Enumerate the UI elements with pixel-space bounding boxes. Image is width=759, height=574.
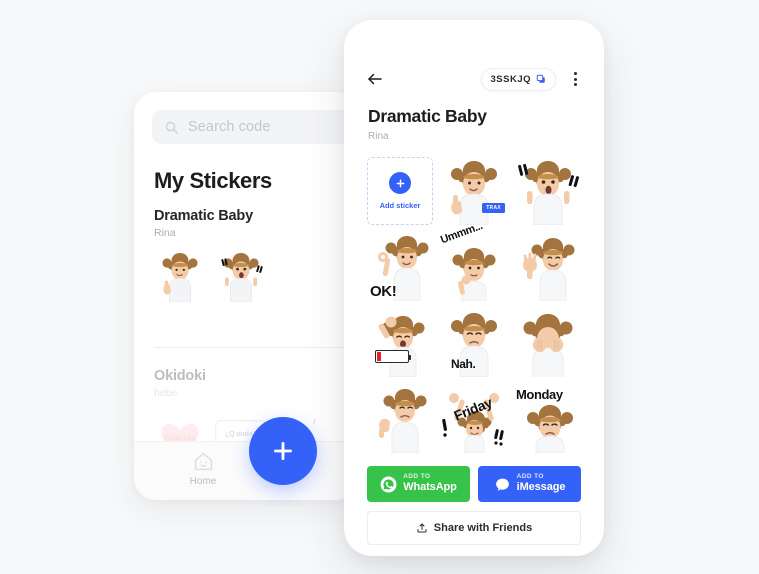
pack-author: Rina — [154, 227, 176, 239]
whatsapp-labels: ADD TO WhatsApp — [403, 473, 457, 494]
pack-preview-row — [154, 250, 358, 302]
sticker-cell-monday[interactable]: Monday — [515, 385, 581, 453]
peekaboo-baby-art — [523, 314, 573, 377]
sticker-cell-nah[interactable]: Nah. — [441, 309, 507, 377]
thumbsup-baby-art — [162, 253, 198, 302]
nav-label-home: Home — [189, 476, 217, 487]
sticker-cell-ummm[interactable]: Ummm... — [439, 220, 507, 301]
shocked-baby-art — [221, 253, 263, 302]
search-placeholder: Search code — [188, 119, 271, 135]
sticker-cell-thumbsup[interactable]: TRAX — [441, 157, 507, 225]
sticker-cell-battery[interactable] — [367, 309, 433, 377]
sticker-cell-wave[interactable] — [515, 233, 581, 301]
add-sticker-tile[interactable]: Add sticker — [367, 157, 433, 225]
tired-baby-art — [378, 316, 425, 377]
pack-code-text: 3SSKJQ — [490, 73, 531, 85]
add-to-imessage-button[interactable]: ADD TO iMessage — [478, 466, 581, 502]
thumbsup-baby-art — [451, 161, 497, 225]
share-label: Share with Friends — [433, 522, 533, 534]
sticker-cell-ok[interactable]: OK! — [367, 233, 433, 301]
shocked-baby-art — [518, 161, 580, 225]
add-sticker-cell[interactable]: Add sticker — [367, 157, 433, 225]
share-with-friends-button[interactable]: Share with Friends — [367, 511, 581, 545]
plus-icon — [274, 442, 292, 460]
pack-author: bebe — [154, 387, 178, 399]
pack-divider — [154, 347, 358, 348]
imessage-icon — [495, 478, 509, 491]
sticker-grid: Add sticker TRAX OK! Ummm... Nah. Friday… — [367, 157, 581, 453]
copy-icon — [536, 74, 545, 83]
bottom-navigation: Home — [134, 441, 358, 500]
my-stickers-screen: Search code My Stickers Dramatic Baby Ri… — [134, 92, 358, 500]
pack-title: Dramatic Baby — [368, 106, 487, 126]
whatsapp-icon — [380, 476, 397, 492]
pack-name: Dramatic Baby — [154, 208, 253, 224]
whatsapp-small-label: ADD TO — [403, 473, 431, 481]
sticker-cell-peekaboo[interactable] — [515, 309, 581, 377]
pack-code-chip[interactable]: 3SSKJQ — [480, 67, 556, 91]
pack-author: Rina — [368, 131, 389, 142]
home-icon — [194, 452, 212, 471]
sticker-pack-detail-screen: 3SSKJQ Dramatic Baby Rina Add sticker TR… — [344, 20, 604, 556]
page-title: My Stickers — [154, 168, 272, 193]
imessage-big-label: iMessage — [516, 481, 566, 494]
add-sticker-circle — [389, 172, 411, 194]
sticker-cell-thumbsdown[interactable] — [367, 385, 433, 453]
sticker-overlay-text: Nah. — [451, 357, 476, 371]
add-to-app-row: ADD TO WhatsApp ADD TO iMessage — [367, 466, 581, 502]
sticker-pack-dramatic-baby[interactable]: Dramatic Baby Rina — [154, 208, 358, 302]
sticker-thumb-thumbsup[interactable] — [154, 250, 206, 302]
imessage-small-label: ADD TO — [516, 473, 544, 481]
sticker-overlay-text: OK! — [370, 283, 397, 300]
detail-topbar: 3SSKJQ — [344, 66, 604, 92]
plus-icon — [396, 179, 404, 187]
sticker-cell-friday[interactable]: Friday — [441, 385, 507, 453]
sticker-overlay-text: Monday — [516, 387, 563, 402]
sidebar-item-home[interactable]: Home — [176, 451, 230, 487]
whatsapp-big-label: WhatsApp — [403, 481, 457, 494]
search-input[interactable]: Search code — [152, 110, 358, 144]
trax-badge: TRAX — [482, 203, 505, 213]
search-icon — [165, 121, 178, 134]
share-upload-icon — [417, 523, 427, 533]
friday-baby-art — [442, 393, 504, 453]
kebab-menu-icon[interactable] — [568, 70, 582, 88]
sticker-thumb-shock[interactable] — [215, 250, 267, 302]
arrow-left-icon[interactable] — [366, 70, 384, 88]
add-to-whatsapp-button[interactable]: ADD TO WhatsApp — [367, 466, 470, 502]
pack-actions: ADD TO WhatsApp ADD TO iMessage Share wi… — [367, 466, 581, 545]
sticker-cell-shock[interactable] — [515, 157, 581, 225]
add-sticker-label: Add sticker — [379, 201, 421, 210]
waving-baby-art — [523, 238, 575, 301]
imessage-labels: ADD TO iMessage — [516, 473, 566, 494]
pack-name: Okidoki — [154, 368, 206, 384]
low-battery-icon — [375, 350, 412, 363]
thumbsdown-baby-art — [379, 389, 427, 453]
add-pack-fab-button[interactable] — [249, 417, 317, 485]
